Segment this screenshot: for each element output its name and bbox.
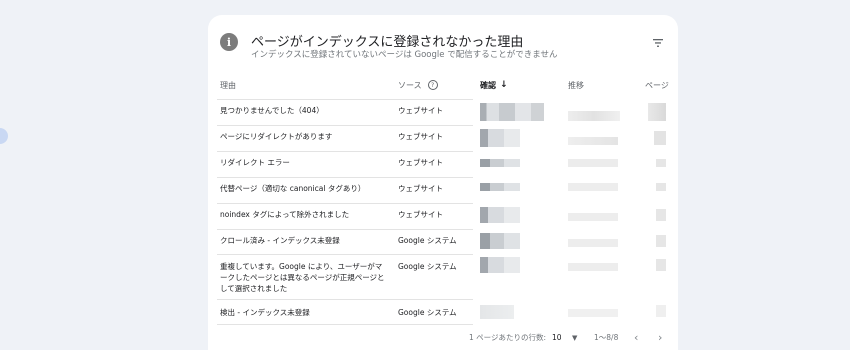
rows-per-page-label: 1 ページあたりの行数: (469, 333, 547, 342)
blurred-pages-cell (656, 183, 666, 191)
blurred-confirm-cell (480, 257, 520, 273)
blurred-confirm-cell (480, 207, 520, 223)
side-edge-button[interactable] (0, 128, 8, 144)
blurred-pages-cell (648, 103, 666, 121)
table-row-source: ウェブサイト (398, 184, 443, 193)
blurred-pages-cell (656, 305, 666, 317)
blurred-confirm-cell (480, 103, 544, 121)
chevron-right-icon[interactable]: › (658, 331, 662, 344)
chevron-left-icon[interactable]: ‹ (634, 331, 638, 344)
column-header-source[interactable]: ソース ? (398, 77, 438, 93)
column-header-source-label: ソース (398, 80, 422, 90)
rows-per-page-value: 10 (552, 333, 562, 342)
blurred-trend-cell (568, 111, 620, 121)
pagination-range: 1〜8/8 (594, 333, 619, 342)
column-header-reason[interactable]: 理由 (220, 77, 236, 93)
table-row-source: Google システム (398, 308, 457, 317)
blurred-confirm-cell (480, 129, 520, 147)
blurred-pages-cell (656, 159, 666, 167)
table-row-source: Google システム (398, 236, 457, 245)
blurred-confirm-cell (480, 305, 514, 319)
column-header-trend-label: 推移 (568, 80, 584, 90)
table-row-source: Google システム (398, 262, 457, 271)
blurred-trend-cell (568, 239, 618, 247)
blurred-pages-cell (656, 259, 666, 271)
blurred-pages-cell (654, 131, 666, 145)
blurred-confirm-cell (480, 183, 520, 191)
column-header-trend[interactable]: 推移 (568, 77, 584, 93)
table-row-reason[interactable]: 重複しています。Google により、ユーザーがマークしたページとは異なるページ… (220, 261, 388, 294)
blurred-trend-cell (568, 263, 618, 271)
column-header-pages[interactable]: ページ (645, 77, 669, 93)
card-header: i ページがインデックスに登録されなかった理由 インデックスに登録されていないペ… (208, 15, 678, 75)
column-header-confirm-label: 確認 (480, 80, 496, 90)
blurred-pages-cell (656, 235, 666, 247)
table-row-reason[interactable]: ページにリダイレクトがあります (220, 131, 390, 142)
blurred-pages-cell (656, 209, 666, 221)
sort-arrow-down-icon: ↓ (500, 80, 508, 90)
blurred-confirm-cell (480, 233, 520, 249)
column-header-reason-label: 理由 (220, 80, 236, 90)
rows-per-page-select[interactable]: 10 ▼ (552, 333, 577, 342)
table-row-source: ウェブサイト (398, 158, 443, 167)
blurred-trend-cell (568, 159, 618, 167)
info-icon: i (220, 33, 238, 51)
blurred-trend-cell (568, 213, 618, 221)
blurred-trend-cell (568, 309, 618, 317)
column-header-confirm[interactable]: 確認 ↓ (480, 77, 508, 93)
help-icon[interactable]: ? (427, 80, 438, 90)
table-row-source: ウェブサイト (398, 106, 443, 115)
table-row-source: ウェブサイト (398, 210, 443, 219)
column-header-pages-label: ページ (645, 80, 669, 90)
blurred-confirm-cell (480, 159, 520, 167)
filter-icon[interactable] (652, 37, 664, 49)
table-row-reason[interactable]: 検出 - インデックス未登録 (220, 307, 390, 318)
blurred-trend-cell (568, 137, 618, 145)
table-row-source: ウェブサイト (398, 132, 443, 141)
table-row-reason[interactable]: リダイレクト エラー (220, 157, 390, 168)
table-row-reason[interactable]: クロール済み - インデックス未登録 (220, 235, 390, 246)
not-indexed-reasons-card: i ページがインデックスに登録されなかった理由 インデックスに登録されていないペ… (208, 15, 678, 350)
table-row-reason[interactable]: noindex タグによって除外されました (220, 209, 390, 220)
table-row-reason[interactable]: 代替ページ（適切な canonical タグあり） (220, 183, 390, 194)
table-row-reason[interactable]: 見つかりませんでした（404） (220, 105, 390, 116)
blurred-trend-cell (568, 183, 618, 191)
dropdown-caret-icon: ▼ (571, 334, 578, 342)
card-subtitle: インデックスに登録されていないページは Google で配信することができません (251, 50, 558, 60)
